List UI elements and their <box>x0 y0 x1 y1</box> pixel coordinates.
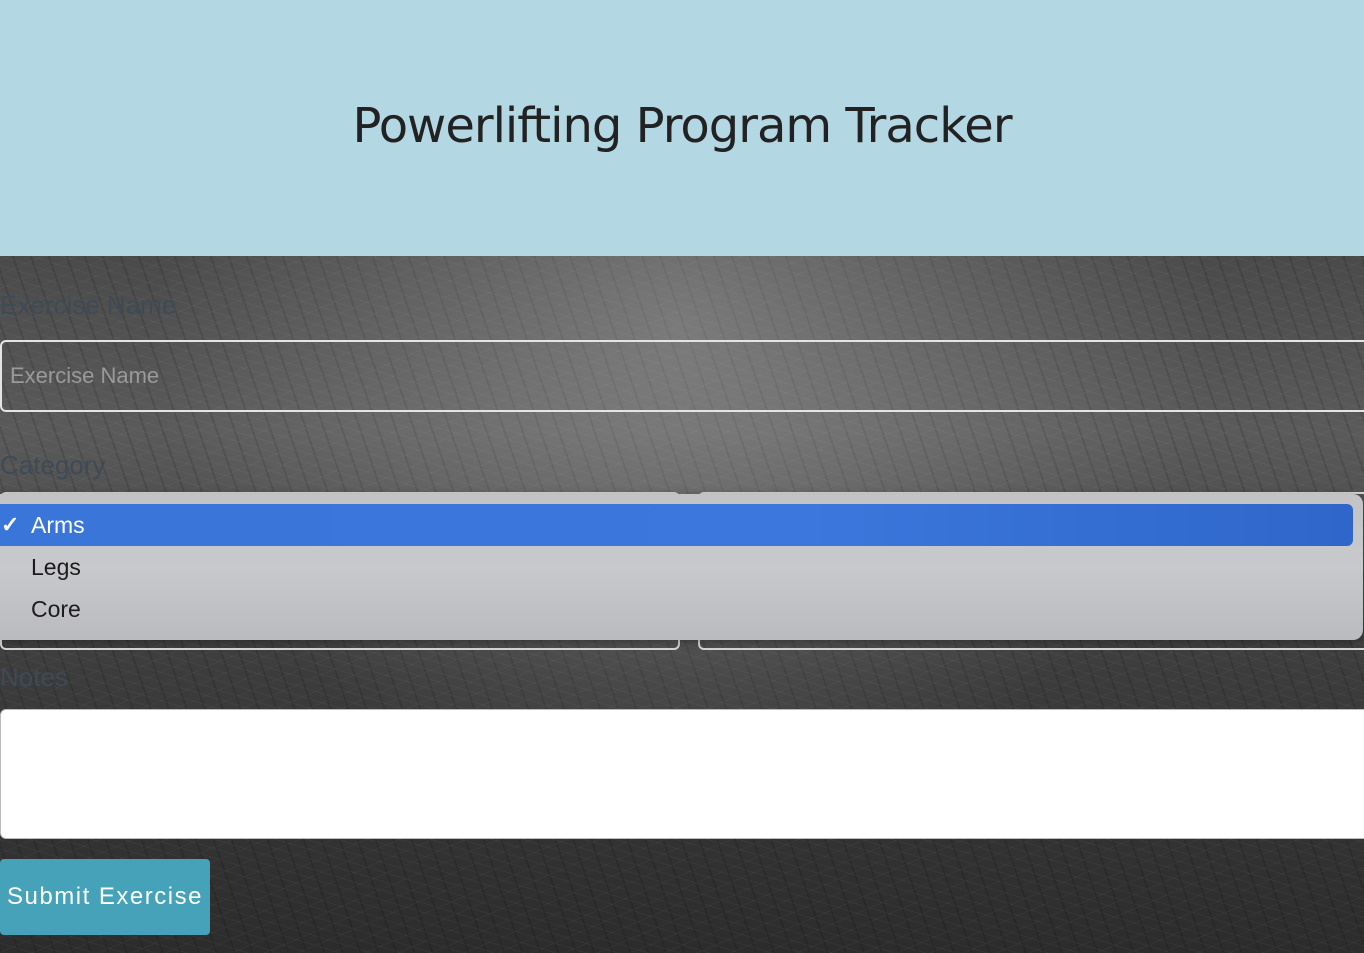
dropdown-option-legs[interactable]: Legs <box>0 546 1353 588</box>
dropdown-option-core[interactable]: Core <box>0 588 1353 630</box>
category-label: Category <box>0 450 106 480</box>
category-dropdown-menu: ✓ Arms Legs Core <box>0 494 1363 640</box>
exercise-name-label: Exercise Name <box>0 290 177 320</box>
dropdown-option-arms[interactable]: ✓ Arms <box>0 504 1353 546</box>
exercise-form: Exercise Name Category ✓ Arms Legs Core … <box>0 256 1364 953</box>
page-header: Powerlifting Program Tracker <box>0 0 1364 256</box>
submit-exercise-button[interactable]: Submit Exercise <box>0 859 210 935</box>
exercise-name-input[interactable] <box>0 340 1364 412</box>
notes-textarea[interactable] <box>0 709 1364 839</box>
dropdown-option-label: Legs <box>31 554 81 580</box>
checkmark-icon: ✓ <box>1 512 20 537</box>
page-title: Powerlifting Program Tracker <box>352 98 1012 154</box>
dropdown-option-label: Core <box>31 596 81 622</box>
notes-label: Notes <box>0 662 68 692</box>
dropdown-option-label: Arms <box>31 512 85 538</box>
